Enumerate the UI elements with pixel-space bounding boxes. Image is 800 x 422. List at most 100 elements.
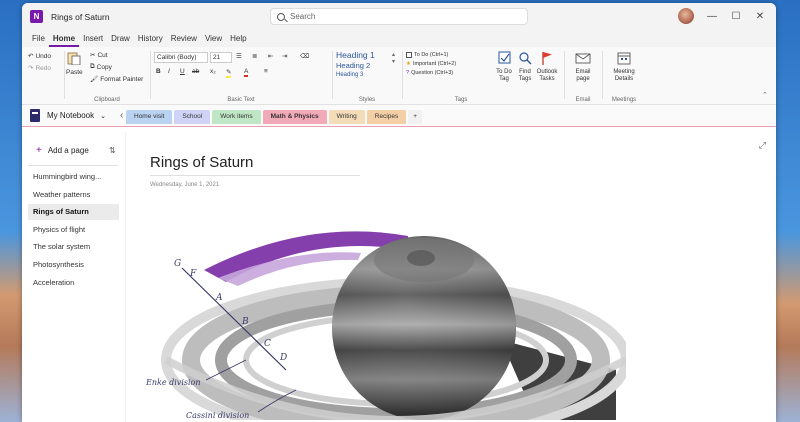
saturn-illustration: G F A B C D Enke division Cassini divisi…	[146, 231, 626, 420]
tag-question[interactable]: ? Question (Ctrl+3)	[406, 70, 453, 76]
page-item-acceleration[interactable]: Acceleration	[28, 275, 119, 291]
add-section-button[interactable]: +	[408, 110, 423, 124]
menu-draw[interactable]: Draw	[107, 34, 134, 47]
tab-school[interactable]: School	[174, 110, 211, 124]
back-arrow-icon[interactable]: ‹	[120, 110, 123, 121]
plus-icon: +	[36, 145, 42, 156]
page-item-hummingbird[interactable]: Hummingbird wing...	[28, 169, 119, 185]
page-item-rings-of-saturn[interactable]: Rings of Saturn	[28, 204, 119, 220]
ribbon-separator	[64, 51, 65, 99]
close-button[interactable]: ✕	[753, 9, 767, 23]
indent-button[interactable]: ⇥	[282, 52, 287, 60]
font-name-dropdown[interactable]: Calibri (Body)	[154, 52, 208, 63]
indent-icon: ⇥	[282, 53, 288, 60]
title-bar: N Rings of Saturn Search — ☐ ✕	[22, 3, 776, 30]
notebook-name[interactable]: My Notebook	[47, 111, 94, 120]
format-painter-button[interactable]: 🖌 Format Painter	[90, 75, 143, 84]
page-item-weather[interactable]: Weather patterns	[28, 187, 119, 203]
undo-button[interactable]: ↶ Undo	[28, 52, 51, 61]
heading3-style[interactable]: Heading 3	[336, 72, 363, 78]
calendar-icon	[617, 52, 631, 65]
strikethrough-button[interactable]: ab	[192, 68, 199, 75]
menu-view[interactable]: View	[201, 34, 226, 47]
sort-icon[interactable]: ⇅	[109, 146, 116, 155]
copy-button[interactable]: ⧉ Copy	[90, 63, 112, 71]
todo-tag-button[interactable]: To Do Tag	[494, 51, 514, 83]
collapse-ribbon-button[interactable]: ⌃	[762, 91, 768, 99]
tags-label: Tags	[454, 97, 468, 103]
outlook-tasks-button[interactable]: Outlook Tasks	[534, 51, 560, 83]
highlight-button[interactable]: ✎	[226, 68, 232, 78]
bullets-button[interactable]: ☰	[236, 52, 242, 60]
find-tags-icon	[519, 52, 532, 65]
meetings-label: Meetings	[611, 97, 637, 103]
desktop-wallpaper-right	[774, 0, 800, 422]
paste-icon	[67, 52, 81, 65]
numbering-button[interactable]: ≣	[252, 52, 257, 60]
ring-label-d: D	[279, 353, 287, 363]
clear-formatting-button[interactable]: ⌫	[300, 52, 309, 60]
chevron-down-icon[interactable]: ⌄	[100, 112, 106, 120]
tab-math-physics[interactable]: Math & Physics	[262, 110, 327, 124]
page-item-physics-of-flight[interactable]: Physics of flight	[28, 222, 119, 238]
menu-home[interactable]: Home	[48, 34, 80, 47]
page-item-photosynthesis[interactable]: Photosynthesis	[28, 257, 119, 273]
minimize-button[interactable]: —	[705, 9, 719, 23]
maximize-button[interactable]: ☐	[729, 9, 743, 23]
redo-button[interactable]: ↷ Redo	[28, 64, 51, 73]
page-title[interactable]: Rings of Saturn	[150, 154, 253, 171]
page-canvas[interactable]: ⤢ Rings of Saturn Wednesday, June 1, 202…	[126, 132, 776, 422]
onenote-window: N Rings of Saturn Search — ☐ ✕ File Home…	[22, 3, 776, 422]
outdent-button[interactable]: ⇤	[268, 52, 273, 60]
heading1-style[interactable]: Heading 1	[336, 50, 375, 60]
question-icon: ?	[406, 70, 410, 76]
search-box[interactable]: Search	[270, 8, 528, 25]
italic-button[interactable]: I	[168, 68, 170, 75]
menu-insert[interactable]: Insert	[79, 34, 107, 47]
flag-icon	[542, 52, 552, 65]
redo-icon: ↷	[28, 65, 34, 72]
underline-button[interactable]: U	[180, 68, 185, 75]
checkbox-icon	[406, 52, 412, 58]
add-page-button[interactable]: + Add a page	[36, 145, 89, 156]
notebook-bar: My Notebook ⌄ ‹ Home visit School Work i…	[22, 105, 776, 127]
heading2-style[interactable]: Heading 2	[336, 61, 370, 70]
meetings-group: Meeting Details Meetings	[604, 49, 644, 103]
chevron-up-icon: ⌃	[762, 92, 768, 99]
tab-recipes[interactable]: Recipes	[366, 110, 407, 124]
search-icon	[277, 12, 285, 21]
section-tabs: Home visit School Work items Math & Phys…	[126, 110, 423, 124]
tag-important[interactable]: ★ Important (Ctrl+2)	[406, 61, 456, 67]
tab-work-items[interactable]: Work items	[212, 110, 261, 124]
meeting-details-button[interactable]: Meeting Details	[608, 51, 640, 83]
font-size-dropdown[interactable]: 21	[210, 52, 232, 63]
menu-history[interactable]: History	[134, 34, 167, 47]
user-avatar[interactable]	[678, 8, 694, 24]
styles-scroll[interactable]: ▴ ▾	[392, 51, 395, 65]
tab-writing[interactable]: Writing	[328, 110, 365, 124]
tag-todo[interactable]: To Do (Ctrl+1)	[406, 52, 448, 58]
menu-help[interactable]: Help	[226, 34, 250, 47]
styles-label: Styles	[358, 97, 376, 103]
page-list: + Add a page ⇅ Hummingbird wing... Weath…	[22, 132, 126, 422]
eraser-icon: ⌫	[300, 53, 310, 60]
email-page-button[interactable]: Email page	[570, 51, 596, 83]
tab-home-visit[interactable]: Home visit	[126, 110, 173, 124]
expand-icon[interactable]: ⤢	[759, 140, 766, 151]
menu-file[interactable]: File	[28, 34, 49, 47]
numbered-list-icon: ≣	[252, 53, 258, 60]
paste-button[interactable]: Paste	[66, 51, 83, 76]
ribbon-separator	[402, 51, 403, 99]
basic-text-label: Basic Text	[227, 97, 255, 103]
font-color-button[interactable]: A	[244, 68, 249, 77]
menu-review[interactable]: Review	[167, 34, 201, 47]
styles-group: Heading 1 Heading 2 Heading 3 ▴ ▾ Styles	[334, 49, 400, 103]
ring-label-g: G	[174, 259, 181, 269]
subscript-button[interactable]: x₂	[210, 68, 216, 75]
bold-button[interactable]: B	[156, 68, 161, 75]
undo-group: ↶ Undo ↷ Redo	[26, 49, 62, 103]
cut-button[interactable]: ✂ Cut	[90, 51, 108, 60]
find-tags-button[interactable]: Find Tags	[517, 51, 533, 83]
align-button[interactable]: ≡	[264, 68, 268, 75]
page-item-solar-system[interactable]: The solar system	[28, 239, 119, 255]
